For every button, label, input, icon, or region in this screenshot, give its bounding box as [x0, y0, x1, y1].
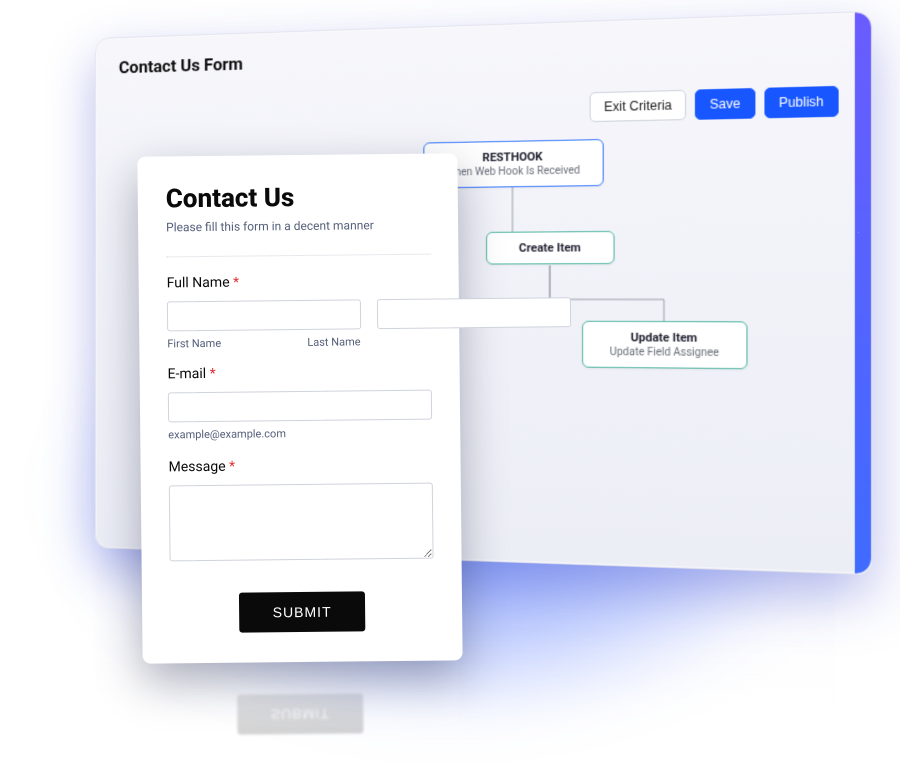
message-textarea[interactable] — [169, 483, 434, 562]
form-heading: Contact Us — [166, 182, 430, 215]
flow-node-title: Update Item — [594, 330, 735, 345]
contact-form-card: Contact Us Please fill this form in a de… — [137, 153, 462, 663]
submit-button[interactable]: SUBMIT — [238, 591, 365, 632]
publish-button[interactable]: Publish — [764, 86, 839, 118]
flow-node-subtitle: When Web Hook Is Received — [435, 165, 592, 179]
label-text: Message — [169, 459, 226, 476]
required-marker: * — [210, 366, 216, 382]
form-subtitle: Please fill this form in a decent manner — [166, 218, 430, 235]
flow-node-update-item[interactable]: Update Item Update Field Assignee — [582, 321, 747, 370]
first-name-input[interactable] — [167, 299, 361, 331]
exit-criteria-button[interactable]: Exit Criteria — [590, 90, 686, 122]
editor-toolbar: Exit Criteria Save Publish — [590, 86, 839, 122]
flow-node-title: Create Item — [498, 241, 603, 255]
message-label: Message * — [169, 457, 433, 476]
required-marker: * — [229, 459, 235, 475]
email-hint: example@example.com — [168, 426, 432, 442]
flow-node-create-item[interactable]: Create Item — [486, 231, 615, 265]
page-title: Contact Us Form — [119, 54, 243, 78]
required-marker: * — [233, 275, 239, 291]
label-text: Full Name — [167, 275, 230, 292]
save-button[interactable]: Save — [695, 88, 755, 120]
full-name-label: Full Name * — [167, 273, 431, 292]
email-input[interactable] — [168, 390, 432, 423]
last-name-input[interactable] — [377, 297, 571, 329]
divider — [166, 254, 430, 258]
flow-node-title: RESTHOOK — [435, 149, 592, 166]
last-name-caption: Last Name — [307, 335, 431, 349]
label-text: E-mail — [168, 366, 207, 382]
flow-node-subtitle: Update Field Assignee — [594, 346, 735, 359]
first-name-caption: First Name — [167, 336, 291, 350]
email-label: E-mail * — [168, 364, 432, 383]
